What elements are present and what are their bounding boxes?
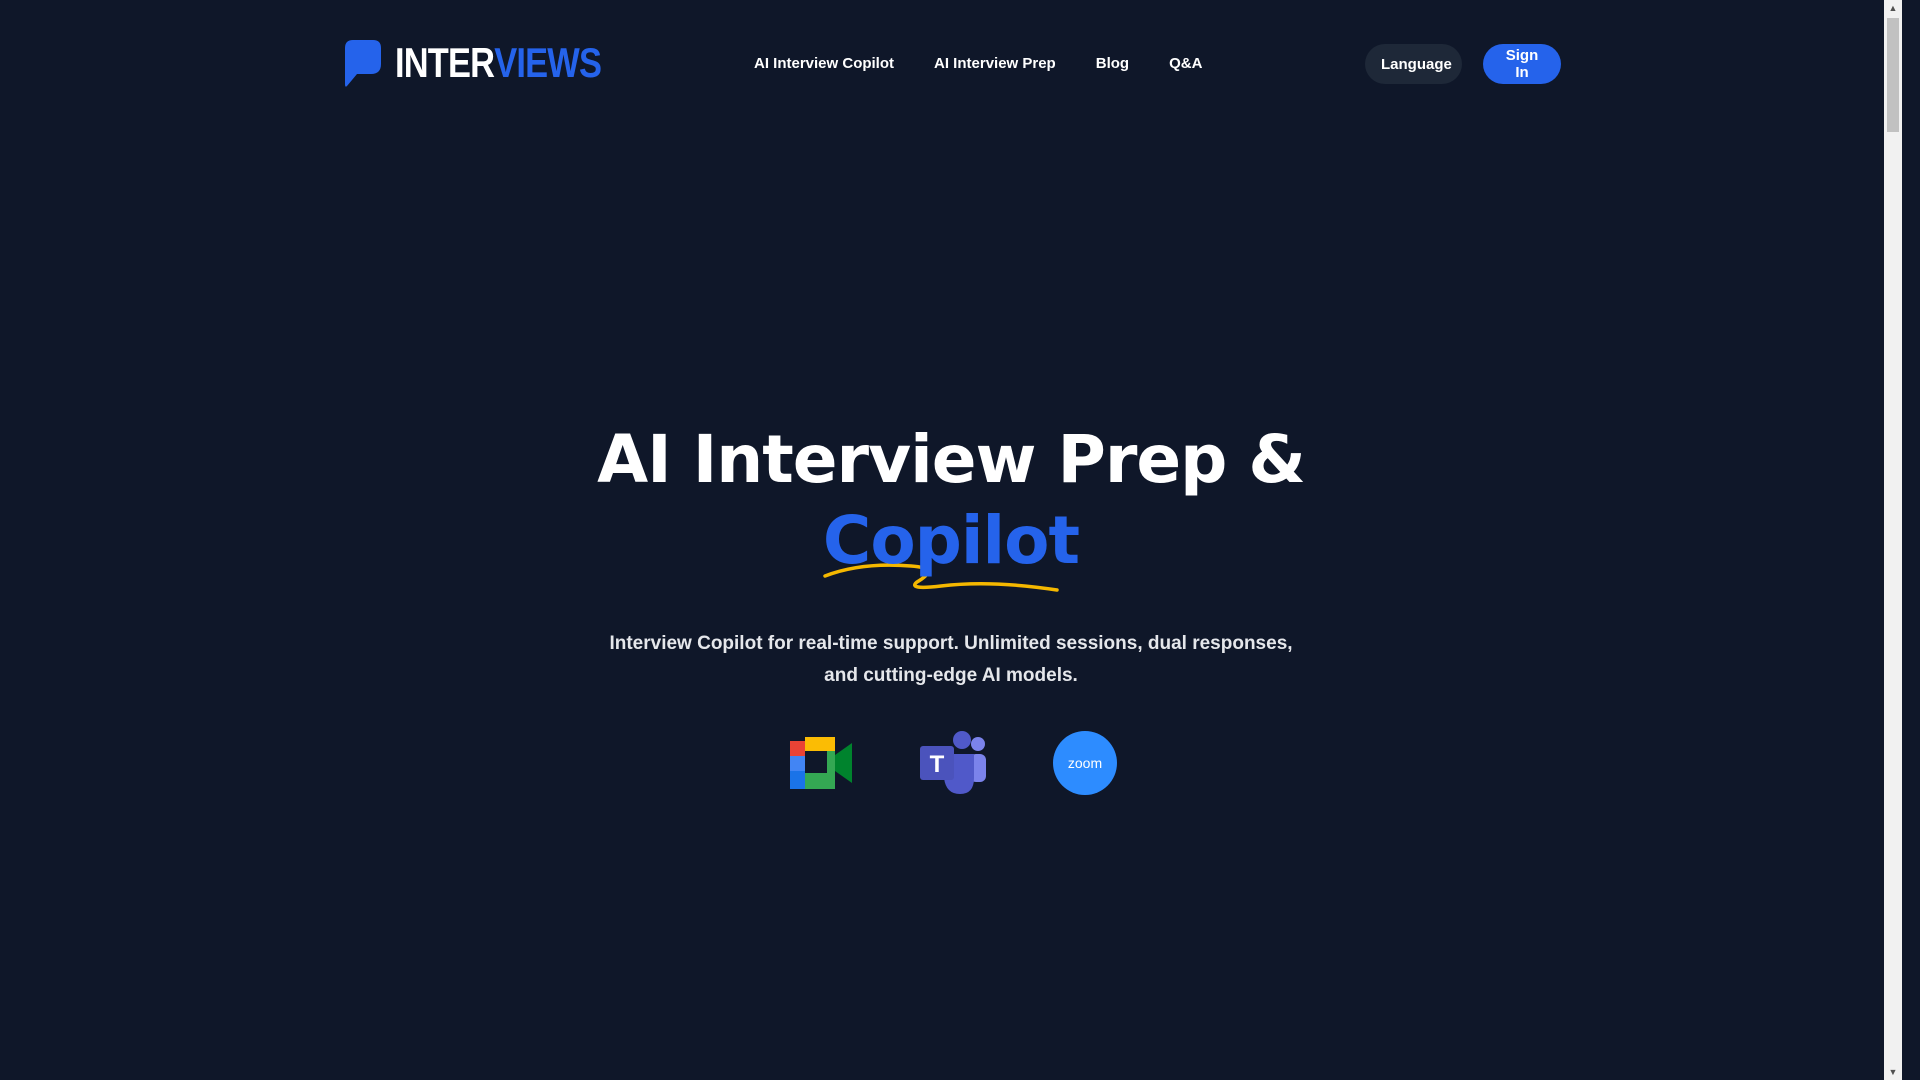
scrollbar-thumb[interactable] [1887, 18, 1899, 132]
scroll-up-arrow-icon[interactable]: ▲ [1884, 0, 1902, 16]
nav-ai-interview-prep[interactable]: AI Interview Prep [934, 55, 1056, 72]
scroll-down-arrow-icon[interactable]: ▼ [1884, 1064, 1902, 1080]
hero-title-line1: AI Interview Prep & [597, 421, 1306, 498]
hero-title-line2-wrap: Copilot [822, 500, 1080, 592]
hero-title-line2: Copilot [822, 502, 1080, 579]
logo-text-views: VIEWS [494, 39, 602, 86]
language-button[interactable]: Language [1365, 44, 1462, 84]
logo-link[interactable]: INTER VIEWS [343, 36, 646, 90]
google-meet-icon [786, 730, 856, 796]
microsoft-teams-icon: T [918, 730, 988, 796]
hero-subtitle-line2: and cutting-edge AI models. [824, 665, 1078, 686]
hero-title: AI Interview Prep & Copilot [0, 420, 1902, 592]
sign-in-button[interactable]: Sign In [1483, 44, 1561, 84]
zoom-icon-text: zoom [1068, 755, 1102, 771]
hero-subtitle: Interview Copilot for real-time support.… [0, 628, 1902, 692]
page-scrollbar[interactable]: ▲ ▼ [1884, 0, 1902, 1080]
platform-logos: T zoom [786, 730, 1120, 796]
svg-text:T: T [930, 751, 945, 778]
logo-text-inter: INTER [395, 39, 495, 86]
nav-qa[interactable]: Q&A [1169, 55, 1202, 72]
main-nav: AI Interview Copilot AI Interview Prep B… [754, 36, 1202, 90]
nav-blog[interactable]: Blog [1096, 55, 1129, 72]
header-actions: Language Sign In [1365, 44, 1561, 84]
site-header: INTER VIEWS AI Interview Copilot AI Inter… [343, 36, 1561, 90]
speech-bubble-icon [345, 40, 381, 87]
hero-subtitle-line1: Interview Copilot for real-time support.… [609, 633, 1293, 654]
nav-ai-interview-copilot[interactable]: AI Interview Copilot [754, 55, 894, 72]
logo-wordmark: INTER VIEWS [395, 39, 602, 87]
page: INTER VIEWS AI Interview Copilot AI Inter… [0, 0, 1902, 1080]
zoom-icon: zoom [1050, 730, 1120, 796]
